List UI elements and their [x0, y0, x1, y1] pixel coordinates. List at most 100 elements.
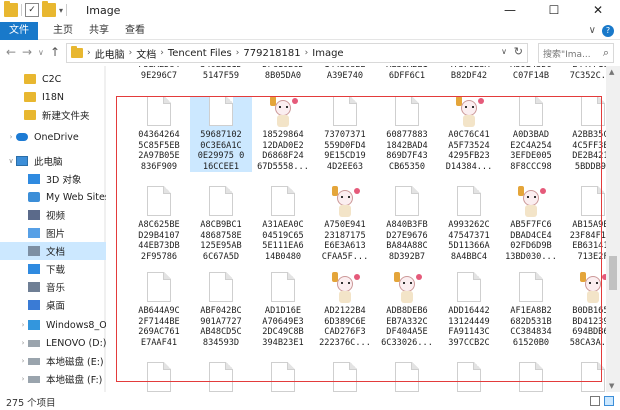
file-tile[interactable]: F5EAED84 9E296C7 [128, 66, 190, 81]
expand-ribbon-button[interactable]: ∨ [589, 25, 596, 37]
file-tile[interactable]: ABF042BC 901A7727 AB48CD5C 834593D [190, 272, 252, 348]
file-tile[interactable]: AD1D16E A70649E3 2DC49C8B 394B23E1 [252, 272, 314, 348]
sidebar-item[interactable]: 桌面 [0, 296, 106, 314]
file-tile[interactable]: A8C625BE D29B4107 44EB73DB 2F95786 [128, 186, 190, 262]
sidebar-item[interactable]: I18N [0, 88, 106, 106]
file-tile[interactable]: AF1EA8B2 682D531B CC384834 61520B0 [500, 272, 562, 348]
search-input[interactable]: 搜索"Ima... ⌕ [538, 43, 614, 63]
scrollbar-thumb[interactable] [609, 256, 617, 290]
close-button[interactable]: ✕ [576, 0, 620, 22]
tab-file[interactable]: 文件 [0, 22, 38, 40]
file-tile[interactable]: 18529864 12DAD0E2 D6868F24 67D5558... [252, 96, 314, 172]
expand-chevron-icon[interactable]: › [6, 133, 16, 141]
file-tile[interactable]: AB5F7FC6 DBAD4CE4 02FD6D9B 13BD030... [500, 186, 562, 262]
onedrive-icon [16, 133, 28, 141]
breadcrumb-this-pc[interactable]: 此电脑 [95, 46, 125, 61]
file-tile[interactable] [562, 362, 606, 392]
file-tile[interactable]: A8CB9BC1 4868758E 125E95AB 6C67A5D [190, 186, 252, 262]
file-tile[interactable]: ADD16442 13124449 FA91143C 397CCB2C [438, 272, 500, 348]
drive-icon [28, 375, 40, 383]
file-tile[interactable] [314, 362, 376, 392]
file-tile[interactable]: A750E941 23187175 E6E3A613 CFAA5F... [314, 186, 376, 262]
expand-chevron-icon[interactable]: › [18, 375, 28, 383]
file-tile[interactable]: 73707371 559D0FD4 9E15CD19 4D2EE63 [314, 96, 376, 172]
sidebar-item[interactable]: › Windows8_OS [0, 316, 106, 334]
expand-chevron-icon[interactable]: › [18, 357, 28, 365]
tab-share[interactable]: 共享 [84, 22, 114, 40]
file-tile[interactable]: AE36A2E1 6DFF6C1 [376, 66, 438, 81]
file-tile[interactable]: 59687102 0C3E6A1C 0E29975 0 16CCEE1 [190, 96, 252, 172]
file-tile[interactable]: A59243D6 C07F14B [500, 66, 562, 81]
new-folder-button[interactable] [42, 1, 56, 17]
back-button[interactable]: ← [6, 45, 16, 59]
file-tile[interactable]: AB644A9C 2F7144BE 269AC761 E7AAF41 [128, 272, 190, 348]
sidebar-item[interactable]: 3D 对象 [0, 170, 106, 188]
file-tile[interactable]: A993262C 47547371 5D11366A 8A4BBC4 [438, 186, 500, 262]
file-tile[interactable]: A0C76C41 A5F73524 4295FB23 D14384... [438, 96, 500, 172]
file-tile[interactable]: A2BB35C0 4C5FF3ED DE2B421A 5BDDB9C [562, 96, 606, 172]
sidebar-item[interactable]: C2C [0, 70, 106, 88]
details-view-icon[interactable] [590, 396, 600, 406]
file-tile[interactable]: 144308B2 A39E740 [314, 66, 376, 81]
address-bar[interactable]: › 此电脑 › 文档 › Tencent Files › 779218181 ›… [66, 43, 528, 63]
sidebar-item[interactable]: › LENOVO (D:) [0, 334, 106, 352]
file-tile[interactable]: 340B211D 5147F59 [190, 66, 252, 81]
file-tile[interactable]: 60877883 1842BAD4 869D7F43 CB65350 [376, 96, 438, 172]
sidebar-item-label: C2C [42, 73, 62, 85]
breadcrumb-image[interactable]: Image [312, 48, 343, 59]
file-tile[interactable]: E447F182 7C352C... [562, 66, 606, 81]
file-name: A0D3BAD E2C4A254 3EFDE005 8F8CCC98 [510, 130, 552, 172]
sidebar-item[interactable]: 下载 [0, 260, 106, 278]
file-tile[interactable] [190, 362, 252, 392]
file-tile[interactable]: ADB8DEB6 EB7A332C DF404A5E 6C33026... [376, 272, 438, 348]
sidebar-item[interactable]: › 本地磁盘 (E:) [0, 352, 106, 370]
recent-locations-button[interactable]: ∨ [38, 48, 44, 57]
sidebar-item[interactable]: 新建文件夹 [0, 106, 106, 124]
file-tile[interactable]: AD2122B4 6D389C6E CAD276F3 222376C... [314, 272, 376, 348]
sidebar-item[interactable]: 文档 [0, 242, 106, 260]
breadcrumb-account[interactable]: 779218181 [243, 48, 300, 59]
tab-home[interactable]: 主页 [48, 22, 78, 40]
file-tile[interactable] [376, 362, 438, 392]
breadcrumb-documents[interactable]: 文档 [136, 46, 156, 61]
file-tile[interactable] [500, 362, 562, 392]
file-tile[interactable]: DFC10B6D 8B05DA0 [252, 66, 314, 81]
file-tile[interactable] [128, 362, 190, 392]
sidebar-item[interactable]: My Web Sites on [0, 188, 106, 206]
vertical-scrollbar[interactable]: ▲ ▼ [606, 66, 620, 392]
customize-toolbar-button[interactable]: ▾ [59, 6, 63, 15]
file-tile[interactable]: A0D3BAD E2C4A254 3EFDE005 8F8CCC98 [500, 96, 562, 172]
tab-view[interactable]: 查看 [120, 22, 150, 40]
scroll-down-icon[interactable]: ▼ [609, 382, 614, 390]
forward-button[interactable]: → [22, 45, 32, 59]
sidebar-item-label: My Web Sites on [46, 191, 106, 203]
sidebar-item[interactable]: 视频 [0, 206, 106, 224]
properties-button[interactable]: ✓ [25, 3, 39, 17]
expand-chevron-icon[interactable]: › [18, 321, 28, 329]
scroll-up-icon[interactable]: ▲ [609, 68, 614, 76]
sidebar-item[interactable]: 图片 [0, 224, 106, 242]
sidebar-item[interactable]: › OneDrive [0, 128, 106, 146]
file-tile[interactable]: 04364264 5C85F5EB 2A97B05E 836F909 [128, 96, 190, 172]
expand-chevron-icon[interactable]: › [18, 339, 28, 347]
sidebar-item[interactable]: ∨ 此电脑 [0, 152, 106, 170]
maximize-button[interactable]: ☐ [532, 0, 576, 22]
address-dropdown-button[interactable]: ∨ [501, 47, 507, 56]
help-icon[interactable]: ? [602, 25, 614, 37]
file-tile[interactable] [438, 362, 500, 392]
refresh-button[interactable]: ↻ [514, 45, 523, 58]
large-icons-view-icon[interactable] [604, 396, 614, 406]
file-tile[interactable]: A840B3FB D27E9676 BA84A88C 8D392B7 [376, 186, 438, 262]
file-tile[interactable]: B0DB1658 BD412397 694BDB65 58CA3A... [562, 272, 606, 348]
expand-chevron-icon[interactable]: ∨ [6, 157, 16, 165]
file-tile[interactable]: AB15A9B8 23F84F15E EB631417 713E2F [562, 186, 606, 262]
up-button[interactable]: ↑ [50, 45, 60, 59]
sidebar-item[interactable]: 音乐 [0, 278, 106, 296]
file-tile[interactable]: 473F923A B82DF42 [438, 66, 500, 81]
file-name: A8CB9BC1 4868758E 125E95AB 6C67A5D [200, 220, 242, 262]
breadcrumb-tencent-files[interactable]: Tencent Files [168, 48, 232, 59]
minimize-button[interactable]: — [488, 0, 532, 22]
file-tile[interactable]: A31AEA0C 04519C65 5E111EA6 14B0480 [252, 186, 314, 262]
file-tile[interactable] [252, 362, 314, 392]
sidebar-item[interactable]: › 本地磁盘 (F:) [0, 370, 106, 388]
